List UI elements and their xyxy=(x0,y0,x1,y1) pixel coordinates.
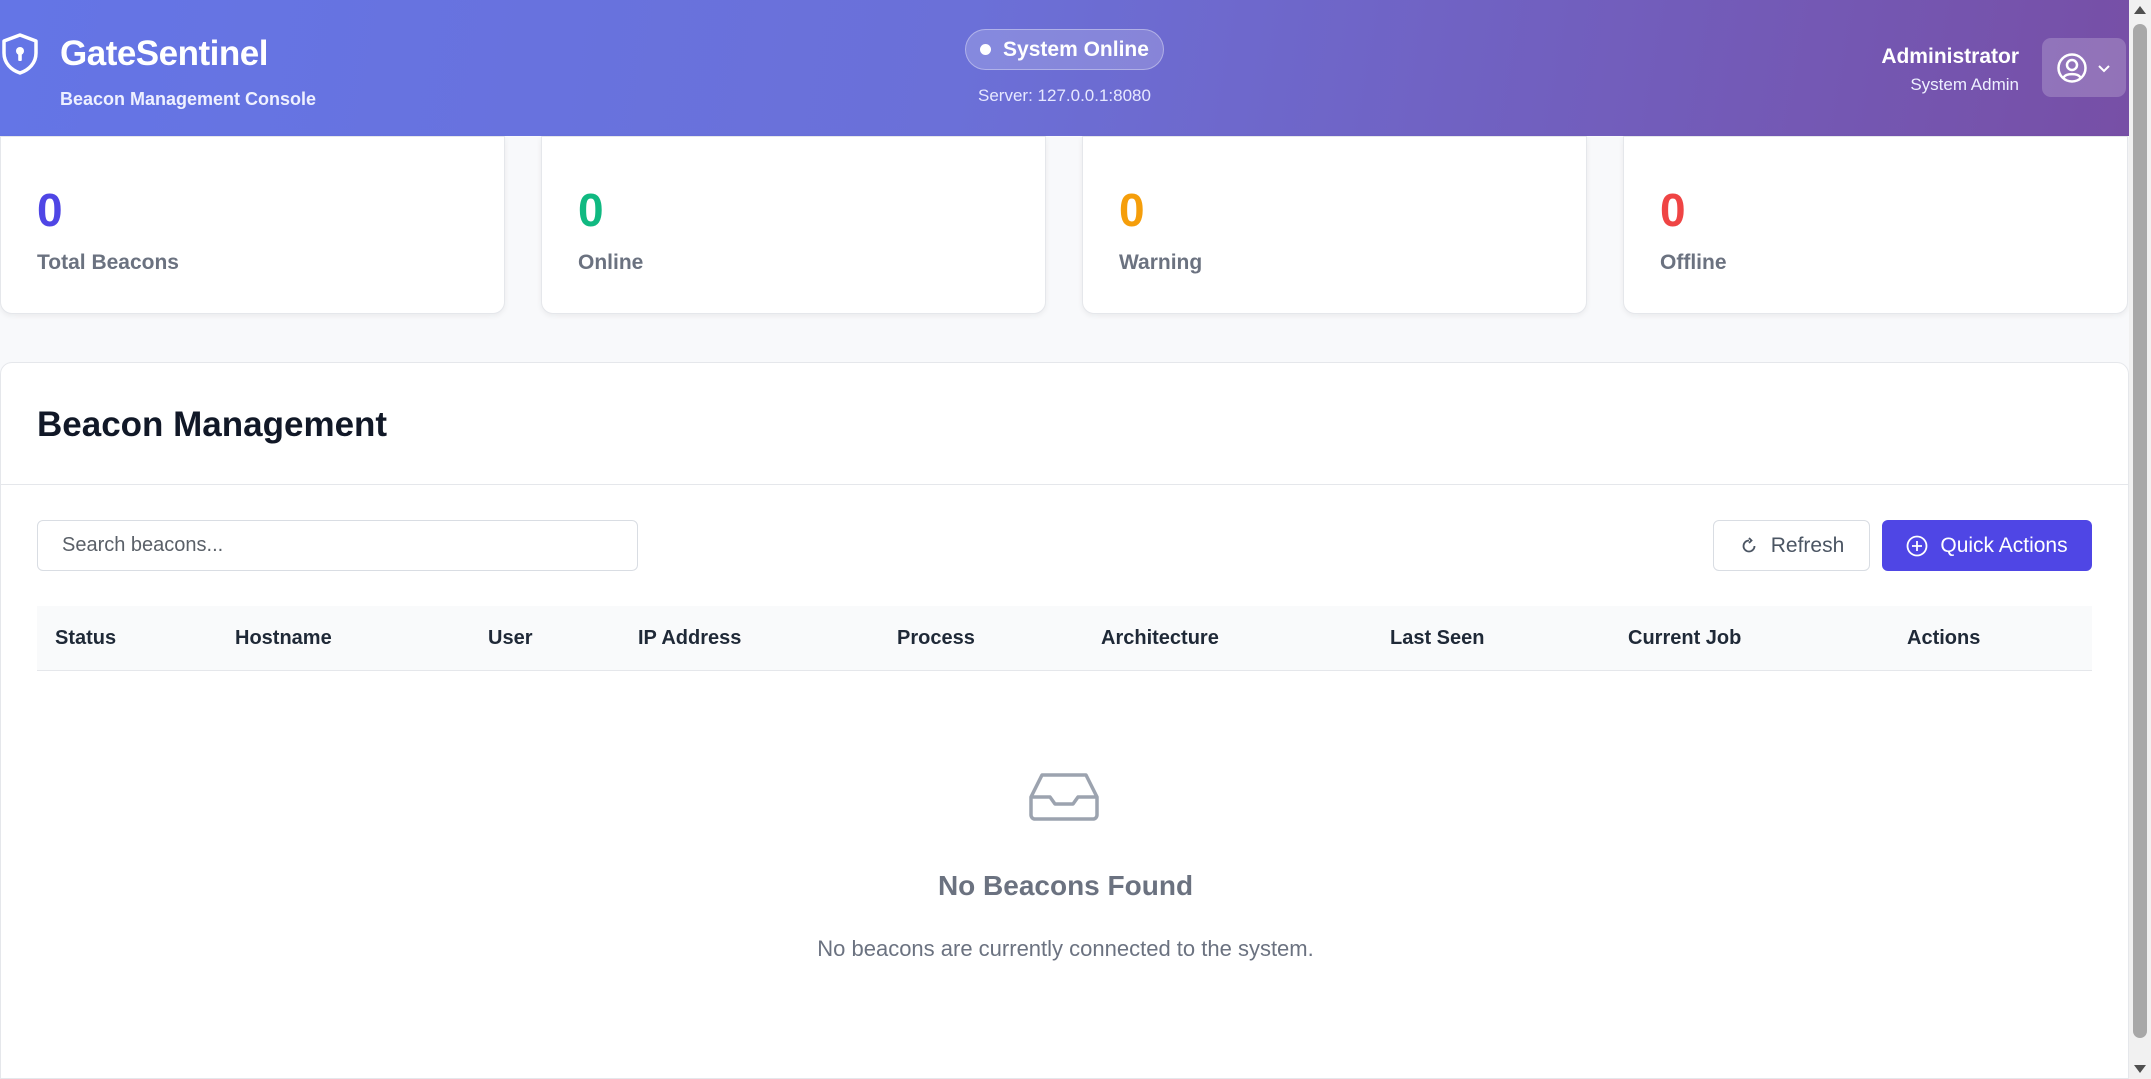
stat-offline-label: Offline xyxy=(1660,251,1727,274)
stat-card-online: 0 Online xyxy=(541,136,1046,314)
refresh-icon xyxy=(1742,536,1756,552)
column-current-job[interactable]: Current Job xyxy=(1628,627,1741,650)
column-hostname[interactable]: Hostname xyxy=(235,627,332,650)
column-architecture[interactable]: Architecture xyxy=(1101,627,1219,650)
empty-state-title: No Beacons Found xyxy=(937,870,1194,901)
stat-warning-label: Warning xyxy=(1119,251,1203,274)
column-user[interactable]: User xyxy=(488,627,532,650)
panel-divider xyxy=(1,484,2128,485)
column-status[interactable]: Status xyxy=(55,627,116,650)
brand-subtitle: Beacon Management Console xyxy=(60,89,317,109)
refresh-label: Refresh xyxy=(1770,533,1845,557)
refresh-button[interactable]: Refresh xyxy=(1713,520,1870,571)
stat-total-label: Total Beacons xyxy=(37,251,179,274)
scrollbar-thumb[interactable] xyxy=(2133,24,2147,1038)
scroll-up-arrow-icon[interactable] xyxy=(2134,6,2146,14)
user-circle-icon xyxy=(2057,52,2087,83)
user-role: System Admin xyxy=(1910,75,2019,94)
stat-total-value: 0 xyxy=(37,184,63,236)
stat-warning-value: 0 xyxy=(1119,184,1145,236)
status-dot-icon xyxy=(980,44,992,55)
app-header: GateSentinel Beacon Management Console S… xyxy=(0,0,2129,136)
brand-title: GateSentinel xyxy=(60,34,268,73)
column-process[interactable]: Process xyxy=(897,627,975,650)
server-address: Server: 127.0.0.1:8080 xyxy=(978,86,1151,105)
column-last-seen[interactable]: Last Seen xyxy=(1390,627,1484,650)
chevron-down-icon xyxy=(2098,64,2110,72)
quick-actions-button[interactable]: Quick Actions xyxy=(1882,520,2092,571)
column-actions[interactable]: Actions xyxy=(1907,627,1980,650)
page-scrollbar[interactable] xyxy=(2129,0,2151,1079)
empty-state-message: No beacons are currently connected to th… xyxy=(817,936,1314,961)
system-status-text: System Online xyxy=(1003,37,1149,61)
system-status-badge: System Online xyxy=(965,29,1164,70)
stat-offline-value: 0 xyxy=(1660,184,1686,236)
stat-online-value: 0 xyxy=(578,184,604,236)
column-ip-address[interactable]: IP Address xyxy=(638,627,741,650)
user-name: Administrator xyxy=(1881,45,2019,68)
user-menu-button[interactable] xyxy=(2042,38,2126,97)
table-header: Status Hostname User IP Address Process … xyxy=(37,606,2092,671)
stat-online-label: Online xyxy=(578,251,644,274)
stat-card-total: 0 Total Beacons xyxy=(0,136,505,314)
quick-actions-label: Quick Actions xyxy=(1940,533,2068,557)
stat-card-warning: 0 Warning xyxy=(1082,136,1587,314)
beacon-management-panel: Beacon Management Refresh Quick Actions … xyxy=(0,362,2129,1079)
stat-card-offline: 0 Offline xyxy=(1623,136,2128,314)
search-input[interactable] xyxy=(37,520,638,571)
plus-circle-icon xyxy=(1906,535,1928,556)
shield-icon xyxy=(2,33,38,75)
scroll-down-arrow-icon[interactable] xyxy=(2134,1065,2146,1073)
inbox-icon xyxy=(1029,773,1099,821)
panel-title: Beacon Management xyxy=(37,405,388,444)
